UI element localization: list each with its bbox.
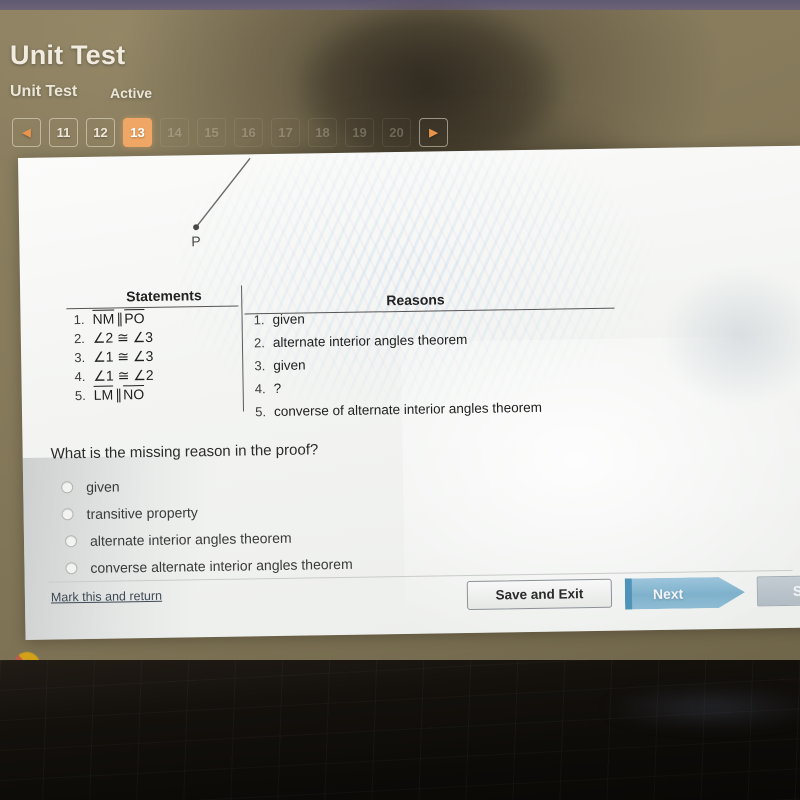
pagination-prev-icon[interactable]: ◀ [12,118,41,147]
keyboard-glint [600,688,800,728]
pagination-page-18[interactable]: 18 [308,118,337,147]
statements-column-header: Statements [126,287,202,305]
reason-text: converse of alternate interior angles th… [273,399,543,420]
statement-text: ∠1 ≅ ∠2 [93,366,154,384]
save-and-exit-button[interactable]: Save and Exit [466,578,613,611]
radio-button-icon[interactable] [61,480,74,493]
table-row: 5. LM ∥ NO [68,385,240,407]
reason-number: 3. [254,358,266,374]
pagination-page-16[interactable]: 16 [234,118,263,147]
pagination-page-14[interactable]: 14 [160,118,189,147]
mark-this-and-return-link[interactable]: Mark this and return [51,589,162,605]
statement-number: 3. [74,349,86,366]
submit-button[interactable]: Su [756,575,800,607]
radio-button-icon[interactable] [65,561,78,574]
reason-text: alternate interior angles theorem [272,331,468,351]
figure-point-label-p: P [191,233,201,250]
parallel-symbol: ∥ [116,310,123,327]
statement-number: 1. [73,311,85,328]
reason-text: given [272,311,305,328]
reasons-list: 1. given 2. alternate interior angles th… [246,306,628,427]
photo-of-screen-scene: Unit Test Unit Test Active ◀ 11 12 13 14… [0,0,800,800]
status-badge: Active [110,85,153,101]
segment-lm: LM [93,386,114,403]
pagination-page-11[interactable]: 11 [49,118,78,147]
statement-text: LM ∥ NO [94,386,145,404]
reasons-column-header: Reasons [386,291,445,309]
next-button[interactable]: Next [625,577,745,610]
answer-options: given transitive property alternate inte… [61,469,353,582]
question-card: P Statements Reasons 1. NM ∥ PO 2. ∠2 ≅ ∠3… [18,145,800,640]
segment-po: PO [124,310,145,327]
pagination[interactable]: ◀ 11 12 13 14 15 16 17 18 19 20 ▶ [12,118,448,147]
reflection-shadow-right [659,265,800,408]
pagination-page-19[interactable]: 19 [345,118,374,147]
answer-option-label: given [86,477,120,495]
statement-number: 5. [74,387,86,404]
reason-number: 5. [255,404,267,420]
statement-number: 4. [74,368,86,385]
statement-number: 2. [73,330,85,347]
radio-button-icon[interactable] [61,507,74,520]
pagination-page-17[interactable]: 17 [271,118,300,147]
reason-text: given [273,357,306,374]
radio-button-icon[interactable] [64,534,78,547]
segment-nm: NM [92,310,115,327]
statement-text: ∠2 ≅ ∠3 [92,328,154,346]
geometry-figure [193,157,251,231]
segment-no: NO [123,386,145,403]
pagination-page-12[interactable]: 12 [86,118,115,147]
page-title: Unit Test [10,40,126,70]
answer-option-label: transitive property [86,503,198,522]
question-prompt: What is the missing reason in the proof? [50,441,319,463]
keyboard-keys [0,660,800,800]
two-column-proof-table: Statements Reasons 1. NM ∥ PO 2. ∠2 ≅ ∠3 3… [66,280,626,419]
table-column-divider [241,285,245,412]
answer-option-label: alternate interior angles theorem [89,529,292,549]
pagination-next-icon[interactable]: ▶ [419,118,448,147]
reason-number: 1. [253,312,265,328]
statement-text: NM ∥ PO [92,310,144,328]
breadcrumb-unit-test: Unit Test [10,83,78,100]
pagination-page-20[interactable]: 20 [382,118,411,147]
reason-number: 2. [253,335,266,351]
answer-option-label: converse alternate interior angles theor… [90,555,353,576]
pagination-page-15[interactable]: 15 [197,118,226,147]
statement-text: ∠1 ≅ ∠3 [93,347,154,365]
reason-number: 4. [254,381,266,397]
reason-text-missing: ? [273,380,282,397]
table-row: 5. converse of alternate interior angles… [248,398,628,427]
statements-list: 1. NM ∥ PO 2. ∠2 ≅ ∠3 3. ∠1 ≅ ∠3 4. ∠1 ≅ ∠… [66,309,239,407]
pagination-page-13-active[interactable]: 13 [123,118,152,147]
laptop-keyboard [0,660,800,800]
